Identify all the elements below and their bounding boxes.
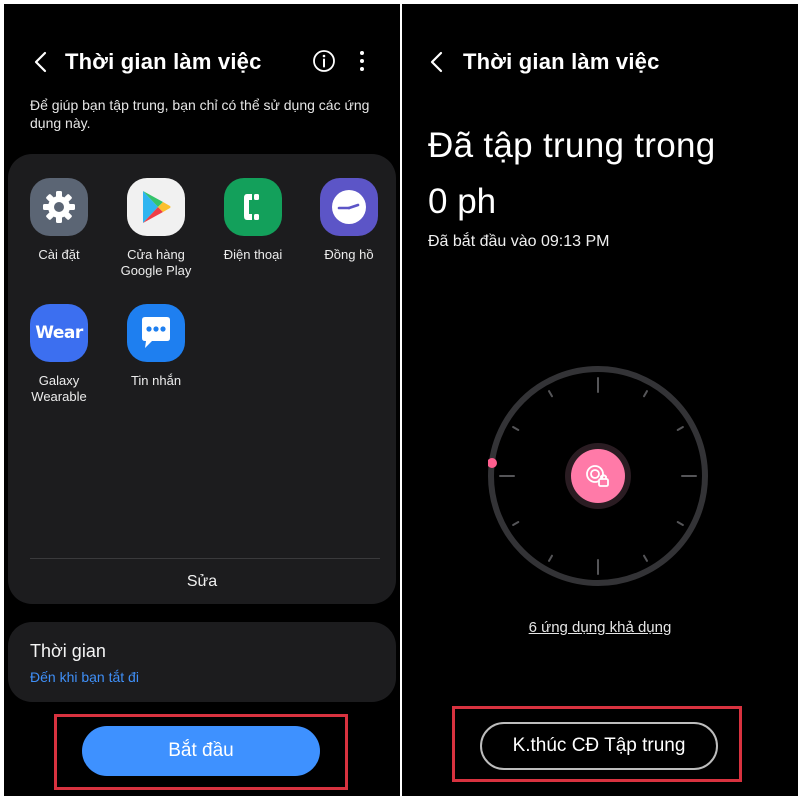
time-title: Thời gian (30, 641, 106, 661)
back-icon[interactable] (30, 48, 52, 76)
phone-icon (224, 178, 282, 236)
google-play-icon (127, 178, 185, 236)
end-focus-button[interactable]: K.thúc CĐ Tập trung (480, 722, 718, 770)
clock-icon (320, 178, 378, 236)
time-setting-card[interactable]: Thời gian Đến khi bạn tắt đi (8, 622, 396, 702)
app-label: Cài đặt (38, 247, 80, 262)
app-label: Đồng hồ (324, 247, 374, 262)
app-label: Tin nhắn (130, 373, 182, 388)
start-time-text: Đã bắt đầu vào 09:13 PM (428, 233, 610, 250)
start-button[interactable]: Bắt đầu (82, 726, 320, 776)
left-screen: Thời gian làm việc Để giúp bạn tập trung… (4, 4, 400, 796)
divider (30, 558, 380, 559)
focus-timer-dial (488, 366, 708, 586)
allowed-apps-card: Cài đặt Cửa hàng Google Play Điện thoại … (8, 154, 396, 604)
app-galaxy-wearable[interactable]: Wear Galaxy Wearable (11, 304, 107, 405)
messages-icon (127, 304, 185, 362)
app-clock[interactable]: Đồng hồ (301, 178, 397, 263)
app-google-play[interactable]: Cửa hàng Google Play (108, 178, 204, 279)
focused-label: Đã tập trung trong (428, 126, 716, 165)
app-messages[interactable]: Tin nhắn (108, 304, 204, 389)
focused-duration: 0 ph (428, 182, 497, 221)
more-options-icon[interactable] (352, 48, 372, 74)
time-subtitle: Đến khi bạn tắt đi (30, 669, 139, 685)
page-title: Thời gian làm việc (65, 49, 262, 74)
back-icon[interactable] (426, 48, 448, 76)
available-apps-link[interactable]: 6 ứng dụng khả dụng (402, 618, 798, 638)
app-label: Cửa hàng Google Play (120, 247, 192, 278)
page-title: Thời gian làm việc (463, 49, 660, 74)
edit-button[interactable]: Sửa (8, 560, 396, 604)
app-label: Galaxy Wearable (31, 373, 87, 404)
info-icon[interactable] (311, 48, 337, 74)
progress-dot (488, 458, 497, 468)
app-settings[interactable]: Cài đặt (11, 178, 107, 263)
app-phone[interactable]: Điện thoại (205, 178, 301, 263)
header: Thời gian làm việc (402, 44, 798, 80)
header: Thời gian làm việc (4, 44, 400, 80)
right-screen: Thời gian làm việc Đã tập trung trong 0 … (402, 4, 798, 796)
app-label: Điện thoại (223, 247, 283, 262)
gear-icon (30, 178, 88, 236)
wear-icon: Wear (30, 304, 88, 362)
description-text: Để giúp bạn tập trung, bạn chỉ có thể sử… (30, 97, 370, 131)
